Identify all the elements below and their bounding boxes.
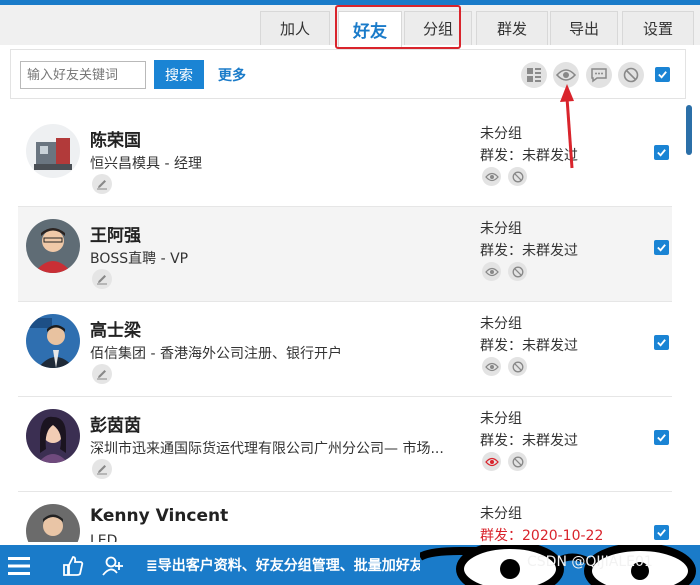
eye-icon[interactable] xyxy=(482,357,501,376)
friend-group: 未分组 xyxy=(480,411,522,427)
row-checkbox[interactable] xyxy=(654,240,669,255)
edit-icon[interactable] xyxy=(92,174,112,194)
eye-icon[interactable] xyxy=(553,62,579,88)
tab-highlight-box xyxy=(335,5,461,49)
list-item[interactable]: 彭茵茵 深圳市迅来通国际货运代理有限公司广州分公司— 市场... 未分组 群发：… xyxy=(18,397,672,492)
broadcast-status: 群发：未群发过 xyxy=(480,243,578,259)
edit-icon[interactable] xyxy=(92,364,112,384)
friend-list: 陈荣国 恒兴昌模具 - 经理 未分组 群发：未群发过 王阿强 BOSS直聘 - … xyxy=(0,112,700,542)
grid-view-icon[interactable] xyxy=(521,62,547,88)
menu-icon[interactable] xyxy=(6,553,32,579)
friend-company: BOSS直聘 - VP xyxy=(90,251,189,267)
tab-export[interactable]: 导出 xyxy=(550,11,618,45)
friend-group: 未分组 xyxy=(480,221,522,237)
ban-icon[interactable] xyxy=(508,357,527,376)
row-checkbox[interactable] xyxy=(654,335,669,350)
friend-name: 陈荣国 xyxy=(90,131,141,151)
friend-name: 彭茵茵 xyxy=(90,416,141,436)
friend-search-input[interactable] xyxy=(20,61,146,89)
friend-name: 高士梁 xyxy=(90,321,141,341)
tab-add[interactable]: 加人 xyxy=(260,11,330,45)
eye-icon[interactable] xyxy=(482,452,501,471)
ban-icon[interactable] xyxy=(508,167,527,186)
watermark: CSDN @QIJIALE01 xyxy=(527,554,653,570)
friend-group: 未分组 xyxy=(480,126,522,142)
friend-group: 未分组 xyxy=(480,316,522,332)
avatar xyxy=(26,124,80,178)
row-checkbox[interactable] xyxy=(654,145,669,160)
row-checkbox[interactable] xyxy=(654,430,669,445)
more-link[interactable]: 更多 xyxy=(218,65,246,85)
chat-icon[interactable] xyxy=(586,62,612,88)
avatar xyxy=(26,409,80,463)
avatar xyxy=(26,314,80,368)
list-item[interactable]: Kenny Vincent LED 未分组 群发：2020-10-22 xyxy=(18,492,672,542)
friend-company: LED xyxy=(90,533,118,542)
broadcast-status: 群发：未群发过 xyxy=(480,148,578,164)
list-item[interactable]: 陈荣国 恒兴昌模具 - 经理 未分组 群发：未群发过 xyxy=(18,112,672,207)
select-all-checkbox[interactable] xyxy=(655,67,670,82)
friend-company: 恒兴昌模具 - 经理 xyxy=(90,156,202,172)
avatar xyxy=(26,219,80,273)
toolbar: 搜索 更多 xyxy=(10,49,686,99)
friend-name: Kenny Vincent xyxy=(90,506,229,526)
edit-icon[interactable] xyxy=(92,269,112,289)
list-item[interactable]: 王阿强 BOSS直聘 - VP 未分组 群发：未群发过 xyxy=(18,207,672,302)
ban-icon[interactable] xyxy=(618,62,644,88)
friend-group: 未分组 xyxy=(480,506,522,522)
friend-company: 佰信集团 - 香港海外公司注册、银行开户 xyxy=(90,346,342,362)
broadcast-status: 群发：未群发过 xyxy=(480,433,578,449)
tab-broadcast[interactable]: 群发 xyxy=(476,11,548,45)
add-user-icon[interactable] xyxy=(100,553,126,579)
friend-name: 王阿强 xyxy=(90,226,141,246)
row-checkbox[interactable] xyxy=(654,525,669,540)
thumbs-up-icon[interactable] xyxy=(60,553,86,579)
search-button[interactable]: 搜索 xyxy=(154,60,204,89)
tab-settings[interactable]: 设置 xyxy=(622,11,694,45)
avatar xyxy=(26,504,80,542)
list-item[interactable]: 高士梁 佰信集团 - 香港海外公司注册、银行开户 未分组 群发：未群发过 xyxy=(18,302,672,397)
broadcast-status: 群发：未群发过 xyxy=(480,338,578,354)
broadcast-status: 群发：2020-10-22 xyxy=(480,528,604,542)
promo-text: ≣导出客户资料、好友分组管理、批量加好友 xyxy=(146,558,424,574)
friend-company: 深圳市迅来通国际货运代理有限公司广州分公司— 市场... xyxy=(90,441,444,457)
scrollbar-thumb[interactable] xyxy=(686,105,692,155)
eye-icon[interactable] xyxy=(482,262,501,281)
eye-icon[interactable] xyxy=(482,167,501,186)
ban-icon[interactable] xyxy=(508,262,527,281)
edit-icon[interactable] xyxy=(92,459,112,479)
ban-icon[interactable] xyxy=(508,452,527,471)
